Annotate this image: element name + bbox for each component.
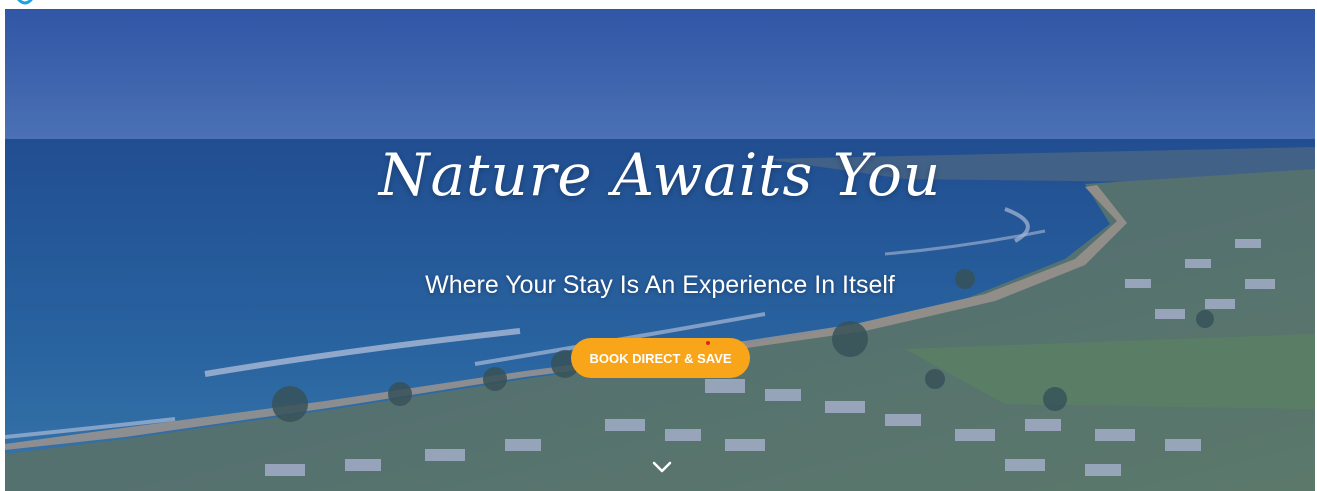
logo-fragment-icon [17, 0, 33, 5]
hero-subheadline: Where Your Stay Is An Experience In Itse… [425, 271, 895, 299]
hero-overlay [5, 9, 1315, 491]
chevron-down-icon[interactable] [650, 458, 674, 476]
notification-dot [706, 341, 710, 345]
hero-banner: Nature Awaits You Where Your Stay Is An … [5, 9, 1315, 491]
top-bar [0, 0, 1317, 9]
book-direct-button[interactable]: BOOK DIRECT & SAVE [571, 338, 750, 378]
hero-headline: Nature Awaits You [378, 141, 942, 209]
